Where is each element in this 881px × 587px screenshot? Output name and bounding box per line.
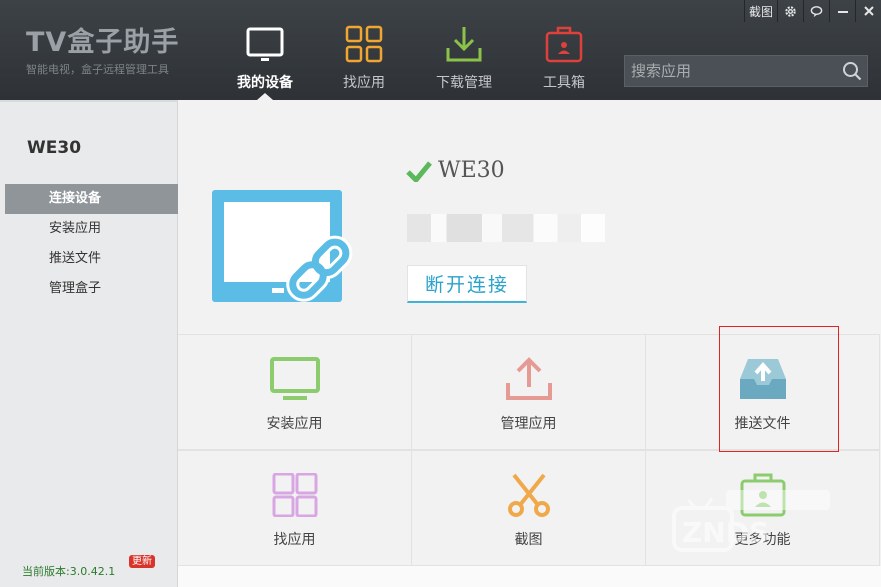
nav-find-apps[interactable]: 找应用 — [324, 24, 404, 92]
screenshot-button[interactable]: 截图 — [743, 0, 777, 22]
gear-icon — [785, 5, 796, 17]
sidebar-item-manage-box[interactable]: 管理盒子 — [5, 274, 178, 304]
tv-connected-illustration — [212, 190, 353, 302]
masked-device-info — [407, 214, 605, 242]
search-box — [624, 55, 868, 87]
upload-icon — [505, 357, 552, 400]
tile-screenshot[interactable]: 截图 — [412, 450, 646, 566]
search-button[interactable] — [837, 56, 867, 86]
tile-more-features[interactable]: 更多功能 — [646, 450, 880, 566]
feature-grid: 安装应用 管理应用 推送文件 找应用 截图 更多功能 — [178, 334, 881, 566]
tile-manage-app[interactable]: 管理应用 — [412, 334, 646, 450]
nav-label: 我的设备 — [237, 75, 293, 91]
nav-toolbox[interactable]: 工具箱 — [524, 24, 604, 92]
update-badge[interactable]: 更新 — [129, 555, 155, 568]
feedback-button[interactable] — [803, 0, 829, 22]
toolbox-icon — [545, 26, 583, 63]
tile-label: 安装应用 — [266, 416, 323, 432]
tile-find-apps[interactable]: 找应用 — [178, 450, 412, 566]
scissors-icon — [507, 473, 550, 517]
download-icon — [446, 27, 482, 62]
sidebar-item-push-file[interactable]: 推送文件 — [5, 244, 178, 274]
tile-label: 推送文件 — [734, 416, 791, 432]
minimize-icon — [837, 11, 848, 13]
header: TV盒子助手 智能电视，盒子远程管理工具 我的设备 找应用 下载管理 工具箱 截… — [0, 0, 881, 100]
inbox-upload-icon — [739, 359, 786, 399]
main-panel: WE30 断开连接 安装应用 管理应用 推送文件 找应用 截图 更多功能 ZND… — [178, 100, 881, 587]
tile-label: 截图 — [514, 532, 543, 548]
chat-bubble-icon — [810, 5, 823, 17]
version-text: 当前版本:3.0.42.1 — [22, 565, 116, 578]
tv-icon — [246, 27, 284, 61]
close-icon — [863, 6, 874, 16]
close-button[interactable] — [855, 0, 881, 22]
tile-push-file[interactable]: 推送文件 — [646, 334, 880, 450]
sidebar-item-install-app[interactable]: 安装应用 — [5, 214, 178, 244]
sidebar-device-name: WE30 — [27, 138, 82, 158]
app-logo: TV盒子助手 智能电视，盒子远程管理工具 — [26, 20, 179, 77]
tile-install-app[interactable]: 安装应用 — [178, 334, 412, 450]
nav-active-indicator — [257, 93, 273, 100]
check-icon — [406, 161, 432, 182]
tile-label: 更多功能 — [734, 532, 791, 548]
bottom-strip — [178, 566, 881, 587]
search-input[interactable] — [625, 56, 837, 86]
app-title: TV盒子助手 — [26, 27, 180, 58]
window-controls: 截图 — [743, 0, 881, 22]
toolbox-icon — [740, 473, 785, 517]
disconnect-button[interactable]: 断开连接 — [407, 265, 527, 303]
nav-label: 找应用 — [343, 75, 385, 91]
nav-label: 下载管理 — [436, 75, 492, 91]
settings-button[interactable] — [777, 0, 803, 22]
sidebar-item-connect-device[interactable]: 连接设备 — [5, 184, 178, 214]
app-subtitle: 智能电视，盒子远程管理工具 — [26, 63, 169, 76]
minimize-button[interactable] — [829, 0, 855, 22]
nav-label: 工具箱 — [543, 75, 585, 91]
monitor-icon — [269, 357, 320, 400]
search-icon — [843, 62, 862, 81]
connected-device-name: WE30 — [438, 158, 505, 183]
apps-grid-icon — [272, 473, 317, 517]
tile-label: 管理应用 — [500, 416, 557, 432]
apps-grid-icon — [345, 25, 383, 63]
nav-my-devices[interactable]: 我的设备 — [225, 24, 305, 92]
sidebar: WE30 连接设备 安装应用 推送文件 管理盒子 当前版本:3.0.42.1 更… — [0, 100, 178, 587]
nav-download-manager[interactable]: 下载管理 — [424, 24, 504, 92]
tile-label: 找应用 — [273, 532, 316, 548]
